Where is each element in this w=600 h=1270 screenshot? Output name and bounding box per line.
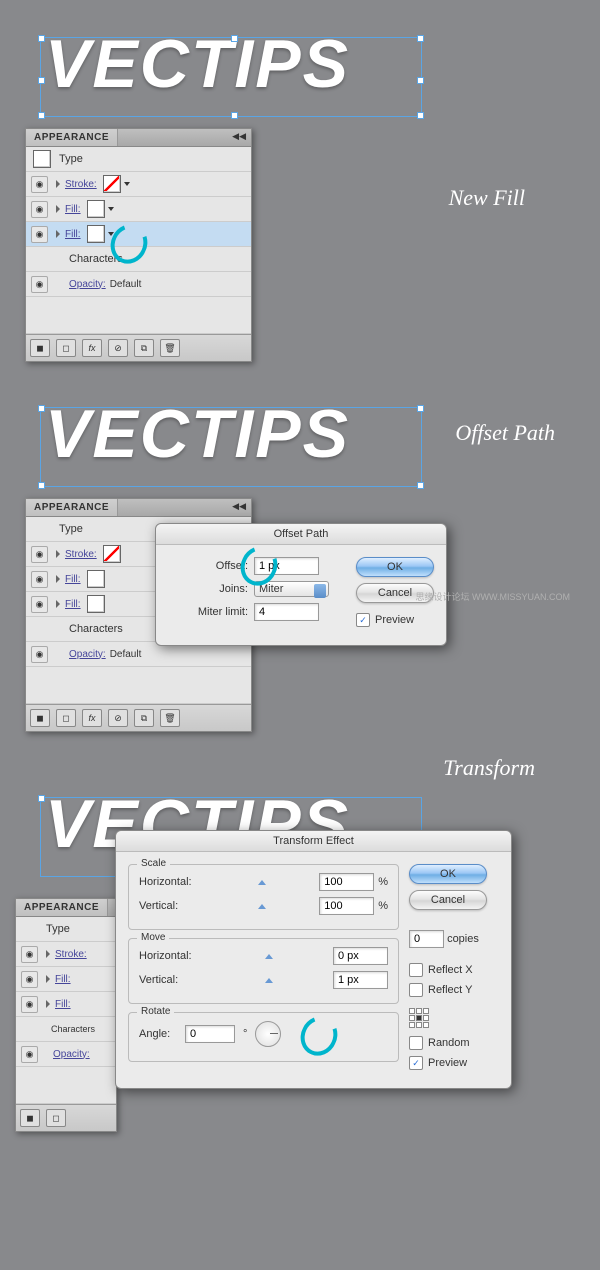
dropdown-icon[interactable]: [124, 182, 130, 186]
new-fill-button[interactable]: ◼: [30, 709, 50, 727]
ok-button[interactable]: OK: [356, 557, 434, 577]
watermark: 思缘设计论坛 WWW.MISSYUAN.COM: [415, 590, 570, 603]
fx-button[interactable]: fx: [82, 709, 102, 727]
preview-label: Preview: [375, 614, 414, 626]
visibility-icon[interactable]: ◉: [31, 276, 48, 293]
angle-input[interactable]: [185, 1025, 235, 1043]
opacity-row[interactable]: ◉ Opacity: Default: [26, 272, 251, 297]
joins-select[interactable]: Miter: [254, 581, 329, 597]
fx-button[interactable]: fx: [82, 339, 102, 357]
reflecty-checkbox[interactable]: [409, 983, 423, 997]
dropdown-icon[interactable]: [108, 207, 114, 211]
vectips-text-1: VECTIPS: [45, 25, 350, 103]
transform-dialog: Transform Effect Scale Horizontal:% Vert…: [115, 830, 512, 1089]
new-stroke-button[interactable]: ◻: [46, 1109, 66, 1127]
new-fill-button[interactable]: ◼: [30, 339, 50, 357]
delete-button[interactable]: 🗑: [160, 709, 180, 727]
fill-swatch[interactable]: [87, 200, 105, 218]
fill-row-1[interactable]: ◉ Fill:: [26, 197, 251, 222]
scale-fieldset: Scale Horizontal:% Vertical:%: [128, 864, 399, 930]
ok-button[interactable]: OK: [409, 864, 487, 884]
offset-path-dialog: Offset Path Offset: Joins: Miter Miter li…: [155, 523, 447, 646]
panel-header: APPEARANCE ◀◀: [26, 129, 251, 147]
miter-label: Miter limit:: [168, 606, 248, 618]
clear-button[interactable]: ⊘: [108, 709, 128, 727]
expand-icon[interactable]: [56, 180, 60, 188]
scale-h-input[interactable]: [319, 873, 374, 891]
move-v-input[interactable]: [333, 971, 388, 989]
stroke-swatch-none[interactable]: [103, 175, 121, 193]
appearance-tab[interactable]: APPEARANCE: [16, 899, 108, 916]
opacity-value: Default: [110, 279, 142, 290]
visibility-icon[interactable]: ◉: [31, 176, 48, 193]
annotation-new-fill: New Fill: [449, 185, 525, 211]
type-label: Type: [59, 153, 83, 165]
scale-v-input[interactable]: [319, 897, 374, 915]
rotate-fieldset: Rotate Angle:°: [128, 1012, 399, 1062]
origin-grid[interactable]: [409, 1008, 429, 1028]
new-stroke-button[interactable]: ◻: [56, 709, 76, 727]
offset-input[interactable]: [254, 557, 319, 575]
appearance-tab[interactable]: APPEARANCE: [26, 499, 118, 516]
characters-row[interactable]: Characters: [26, 247, 251, 272]
panel-footer: ◼ ◻ fx ⊘ ⧉ 🗑: [26, 334, 251, 361]
dialog-title: Offset Path: [156, 524, 446, 545]
appearance-panel-3: APPEARANCE Type ◉Stroke: ◉Fill: ◉Fill: C…: [15, 898, 117, 1132]
new-stroke-button[interactable]: ◻: [56, 339, 76, 357]
expand-icon[interactable]: [56, 230, 60, 238]
cancel-button[interactable]: Cancel: [409, 890, 487, 910]
dropdown-icon[interactable]: [108, 232, 114, 236]
fill-swatch[interactable]: [87, 225, 105, 243]
fill-label: Fill:: [65, 229, 81, 240]
fill-label: Fill:: [65, 204, 81, 215]
duplicate-button[interactable]: ⧉: [134, 709, 154, 727]
random-checkbox[interactable]: [409, 1036, 423, 1050]
miter-input[interactable]: [254, 603, 319, 621]
type-row[interactable]: Type: [26, 147, 251, 172]
preview-checkbox[interactable]: ✓: [409, 1056, 423, 1070]
dialog-title: Transform Effect: [116, 831, 511, 852]
new-fill-button[interactable]: ◼: [20, 1109, 40, 1127]
joins-label: Joins:: [168, 583, 248, 595]
vectips-text-2: VECTIPS: [45, 395, 350, 473]
preview-checkbox[interactable]: ✓: [356, 613, 370, 627]
visibility-icon[interactable]: ◉: [31, 226, 48, 243]
fill-row-2-selected[interactable]: ◉ Fill:: [26, 222, 251, 247]
panel-menu-chevron[interactable]: ◀◀: [227, 499, 251, 516]
opacity-label: Opacity:: [69, 279, 106, 290]
stroke-label: Stroke:: [65, 179, 97, 190]
move-fieldset: Move Horizontal: Vertical:: [128, 938, 399, 1004]
expand-icon[interactable]: [56, 205, 60, 213]
clear-button[interactable]: ⊘: [108, 339, 128, 357]
annotation-transform: Transform: [443, 755, 535, 781]
annotation-offset-path: Offset Path: [455, 420, 555, 446]
panel-spacer: [26, 297, 251, 334]
appearance-panel-1: APPEARANCE ◀◀ Type ◉ Stroke: ◉ Fill: ◉ Fill…: [25, 128, 252, 362]
reflectx-checkbox[interactable]: [409, 963, 423, 977]
duplicate-button[interactable]: ⧉: [134, 339, 154, 357]
visibility-icon[interactable]: ◉: [31, 201, 48, 218]
characters-label: Characters: [69, 253, 123, 265]
angle-knob[interactable]: [255, 1021, 281, 1047]
panel-menu-chevron[interactable]: ◀◀: [227, 129, 251, 146]
move-h-input[interactable]: [333, 947, 388, 965]
offset-label: Offset:: [168, 560, 248, 572]
delete-button[interactable]: 🗑: [160, 339, 180, 357]
copies-input[interactable]: [409, 930, 444, 948]
appearance-tab[interactable]: APPEARANCE: [26, 129, 118, 146]
stroke-row[interactable]: ◉ Stroke:: [26, 172, 251, 197]
